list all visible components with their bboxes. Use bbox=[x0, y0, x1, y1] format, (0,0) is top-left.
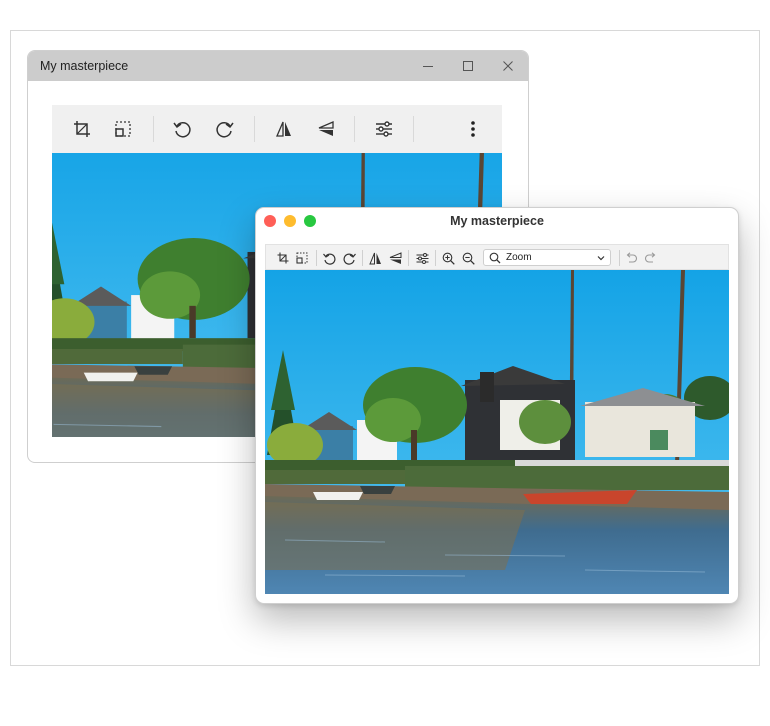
flip-vertical-icon[interactable] bbox=[314, 117, 338, 141]
rotate-right-icon[interactable] bbox=[213, 117, 237, 141]
minimize-button[interactable] bbox=[284, 215, 296, 227]
redo-icon[interactable] bbox=[643, 250, 659, 266]
crop-icon[interactable] bbox=[70, 117, 94, 141]
search-icon bbox=[489, 252, 501, 264]
window-controls bbox=[408, 51, 528, 81]
minimize-icon[interactable] bbox=[408, 51, 448, 81]
close-button[interactable] bbox=[264, 215, 276, 227]
crop-icon[interactable] bbox=[275, 250, 291, 266]
zoom-in-icon[interactable] bbox=[440, 250, 456, 266]
adjust-icon[interactable] bbox=[414, 250, 430, 266]
image-toolbar: Zoom bbox=[265, 244, 729, 270]
window-title: My masterpiece bbox=[40, 59, 129, 73]
close-icon[interactable] bbox=[488, 51, 528, 81]
resize-icon[interactable] bbox=[111, 117, 135, 141]
undo-icon[interactable] bbox=[623, 250, 639, 266]
title-bar[interactable]: My masterpiece bbox=[256, 208, 738, 234]
flip-vertical-icon[interactable] bbox=[387, 250, 403, 266]
more-icon[interactable] bbox=[461, 117, 485, 141]
resize-icon[interactable] bbox=[294, 250, 310, 266]
mac-editor-window: My masterpiece Zoom bbox=[255, 207, 739, 604]
chevron-down-icon bbox=[596, 253, 606, 263]
traffic-lights bbox=[264, 215, 316, 227]
rotate-left-icon[interactable] bbox=[321, 250, 337, 266]
adjust-icon[interactable] bbox=[372, 117, 396, 141]
image-toolbar bbox=[52, 105, 502, 153]
flip-horizontal-icon[interactable] bbox=[367, 250, 383, 266]
photo-canvas[interactable] bbox=[265, 270, 729, 594]
zoom-select-value: Zoom bbox=[506, 252, 532, 263]
zoom-select[interactable]: Zoom bbox=[483, 249, 611, 266]
title-bar[interactable]: My masterpiece bbox=[28, 51, 528, 81]
rotate-right-icon[interactable] bbox=[341, 250, 357, 266]
flip-horizontal-icon[interactable] bbox=[272, 117, 296, 141]
rotate-left-icon[interactable] bbox=[170, 117, 194, 141]
maximize-icon[interactable] bbox=[448, 51, 488, 81]
window-title: My masterpiece bbox=[450, 214, 544, 228]
zoom-out-icon[interactable] bbox=[460, 250, 476, 266]
zoom-button[interactable] bbox=[304, 215, 316, 227]
